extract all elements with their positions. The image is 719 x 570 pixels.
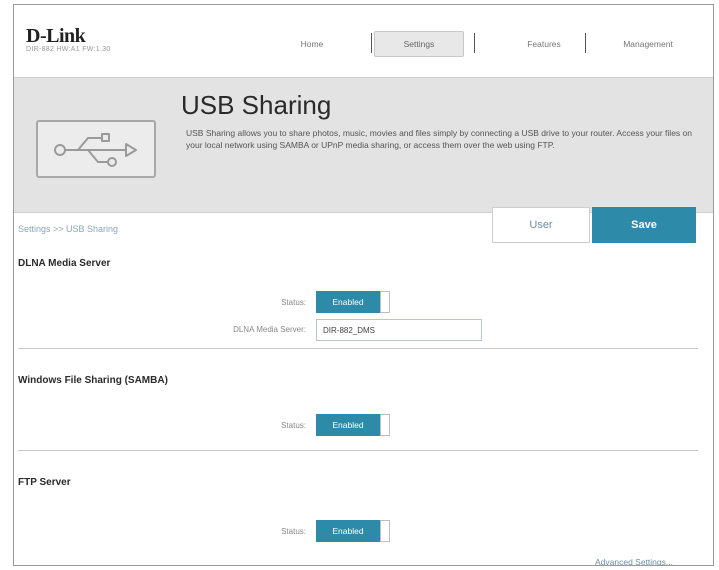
dlna-server-label: DLNA Media Server: (233, 325, 306, 334)
samba-status-toggle[interactable]: Enabled (316, 414, 390, 436)
toggle-knob (380, 291, 390, 313)
model-info: DIR-882 HW:A1 FW:1.30 (26, 46, 111, 53)
advanced-settings-link[interactable]: Advanced Settings... (595, 557, 673, 565)
save-button[interactable]: Save (592, 207, 696, 243)
nav-separator (371, 33, 372, 53)
page-description: USB Sharing allows you to share photos, … (186, 128, 692, 150)
samba-status-value: Enabled (316, 414, 380, 436)
ftp-section-title: FTP Server (18, 477, 71, 488)
dlna-section-title: DLNA Media Server (18, 258, 111, 269)
section-divider (18, 348, 698, 349)
page-title: USB Sharing (181, 90, 332, 120)
usb-icon (36, 120, 156, 178)
nav-separator (474, 33, 475, 53)
dlink-logo[interactable]: D-Link (26, 25, 86, 48)
samba-section-title: Windows File Sharing (SAMBA) (18, 375, 168, 386)
nav-features[interactable]: Features (504, 31, 584, 57)
breadcrumb[interactable]: Settings >> USB Sharing (18, 224, 118, 234)
dlna-server-name-input[interactable]: DIR-882_DMS (316, 319, 482, 341)
ftp-status-toggle[interactable]: Enabled (316, 520, 390, 542)
toggle-knob (380, 414, 390, 436)
page-banner: USB Sharing USB Sharing allows you to sh… (14, 77, 713, 213)
dlna-status-label: Status: (281, 298, 306, 307)
nav-settings[interactable]: Settings (374, 31, 464, 57)
dlna-status-value: Enabled (316, 291, 380, 313)
ftp-status-value: Enabled (316, 520, 380, 542)
dlna-status-toggle[interactable]: Enabled (316, 291, 390, 313)
top-navigation-bar: D-Link DIR-882 HW:A1 FW:1.30 Home Settin… (14, 5, 713, 77)
toggle-knob (380, 520, 390, 542)
section-divider (18, 450, 698, 451)
nav-separator (585, 33, 586, 53)
nav-home[interactable]: Home (272, 31, 352, 57)
ftp-status-label: Status: (281, 527, 306, 536)
samba-status-label: Status: (281, 421, 306, 430)
user-button[interactable]: User (492, 207, 590, 243)
router-admin-window: D-Link DIR-882 HW:A1 FW:1.30 Home Settin… (13, 4, 714, 566)
nav-management[interactable]: Management (598, 31, 698, 57)
